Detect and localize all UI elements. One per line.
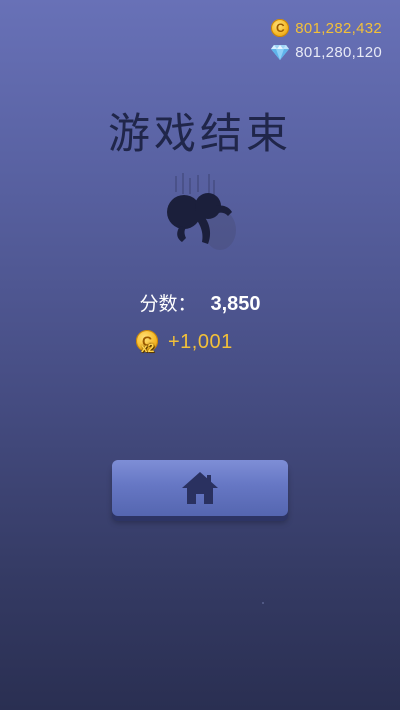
score-value: 3,850: [210, 293, 261, 315]
game-over-title: 游戏结束: [107, 109, 292, 158]
gem-balance-value: 801,280,120: [295, 43, 382, 61]
multiplier-badge: x2: [141, 341, 155, 355]
game-over-screen: C 801,282,432 801,280,120 游戏结束 分数： 3,850…: [0, 0, 400, 710]
coin-balance-value: 801,282,432: [295, 19, 382, 37]
gem-balance: 801,280,120: [271, 42, 382, 62]
background-speck: [262, 602, 264, 604]
home-icon: [182, 472, 218, 504]
coin-balance: C 801,282,432: [271, 18, 382, 38]
reward-value: +1,001: [168, 330, 233, 353]
coin-x2-icon: C x2: [136, 330, 160, 355]
score-label: 分数：: [139, 293, 197, 315]
coin-reward: C x2 +1,001: [136, 330, 233, 355]
diamond-icon: [271, 45, 290, 60]
falling-stickman-icon: [167, 173, 236, 250]
score: 分数： 3,850: [0, 289, 400, 316]
home-button[interactable]: [112, 460, 288, 516]
coin-icon: C: [271, 19, 290, 37]
